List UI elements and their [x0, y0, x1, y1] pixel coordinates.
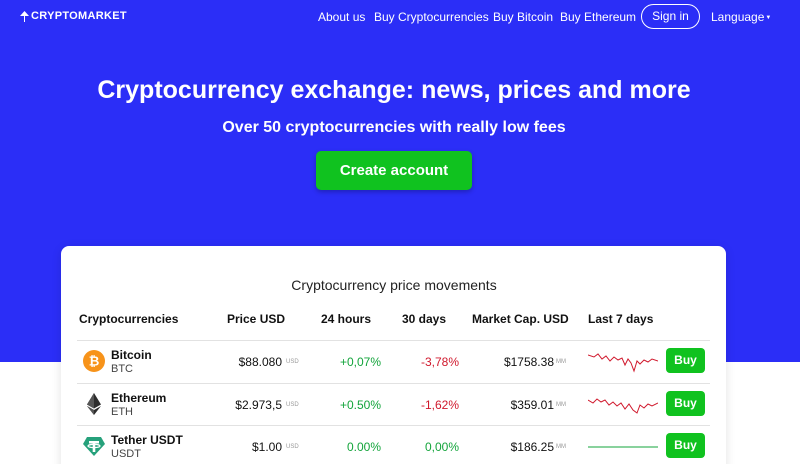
change-30d: 0,00% [424, 440, 459, 454]
price-table-title: Cryptocurrency price movements [291, 277, 497, 293]
coin-name: Ethereum [111, 391, 167, 405]
change-30d: -3,78% [420, 355, 459, 369]
coin-symbol: BTC [111, 363, 133, 375]
col-header-last-7-days: Last 7 days [588, 312, 654, 326]
caret-down-icon: ▼ [765, 14, 772, 21]
price-value: $2.973,5 [235, 398, 282, 412]
hero-title: Cryptocurrency exchange: news, prices an… [97, 76, 691, 104]
price-unit: USD [286, 444, 299, 450]
language-selector[interactable]: Language▼ [711, 10, 771, 24]
nav-about-us[interactable]: About us [318, 10, 365, 24]
ethereum-icon [87, 393, 101, 415]
nav-buy-cryptocurrencies[interactable]: Buy Cryptocurrencies [374, 10, 489, 24]
price-value: $1.00 [251, 440, 282, 454]
nav-buy-ethereum[interactable]: Buy Ethereum [560, 10, 636, 24]
sparkline-chart [588, 398, 658, 414]
market-cap-unit: MM [556, 402, 566, 408]
svg-text:₿: ₿ [89, 355, 100, 370]
tether-icon [83, 437, 105, 456]
change-24h: +0.50% [339, 398, 381, 412]
coin-symbol: ETH [111, 406, 133, 418]
col-header-price: Price USD [227, 312, 286, 326]
price-value: $88.080 [238, 355, 282, 369]
create-account-button[interactable]: Create account [316, 151, 472, 190]
market-cap-value: $1758.38 [503, 355, 554, 369]
logo[interactable]: CRYPTOMARKET [20, 10, 127, 22]
buy-button[interactable]: Buy [666, 433, 705, 458]
market-cap-unit: MM [556, 444, 566, 450]
col-header-cryptocurrencies: Cryptocurrencies [79, 312, 179, 326]
sparkline-chart [588, 353, 658, 373]
table-row[interactable]: Ethereum ETH $2.973,5 USD +0.50% -1,62% … [0, 384, 800, 426]
price-unit: USD [286, 359, 299, 365]
market-cap-value: $359.01 [510, 398, 554, 412]
col-header-30d: 30 days [402, 312, 447, 326]
bitcoin-icon: ₿ [83, 350, 105, 372]
language-label: Language [711, 10, 765, 24]
col-header-market-cap: Market Cap. USD [472, 312, 569, 326]
logo-icon [20, 10, 29, 22]
coin-symbol: USDT [111, 448, 141, 460]
top-nav: CRYPTOMARKET About us Buy Cryptocurrenci… [0, 0, 800, 34]
change-30d: -1,62% [420, 398, 459, 412]
coin-name: Tether USDT [111, 433, 183, 447]
market-cap-value: $186.25 [510, 440, 554, 454]
sparkline-chart [588, 446, 658, 448]
change-24h: +0,07% [339, 355, 381, 369]
table-row[interactable]: ₿ Bitcoin BTC $88.080 USD +0,07% -3,78% … [0, 341, 800, 383]
logo-text: CRYPTOMARKET [31, 10, 127, 22]
market-cap-unit: MM [556, 359, 566, 365]
coin-name: Bitcoin [111, 348, 152, 362]
buy-button[interactable]: Buy [666, 348, 705, 373]
buy-button[interactable]: Buy [666, 391, 705, 416]
sign-in-button[interactable]: Sign in [641, 4, 700, 29]
hero-subtitle: Over 50 cryptocurrencies with really low… [222, 119, 566, 136]
change-24h: 0.00% [346, 440, 381, 454]
price-unit: USD [286, 402, 299, 408]
table-row[interactable]: Tether USDT USDT $1.00 USD 0.00% 0,00% $… [0, 426, 800, 464]
col-header-24h: 24 hours [321, 312, 372, 326]
nav-buy-bitcoin[interactable]: Buy Bitcoin [493, 10, 553, 24]
